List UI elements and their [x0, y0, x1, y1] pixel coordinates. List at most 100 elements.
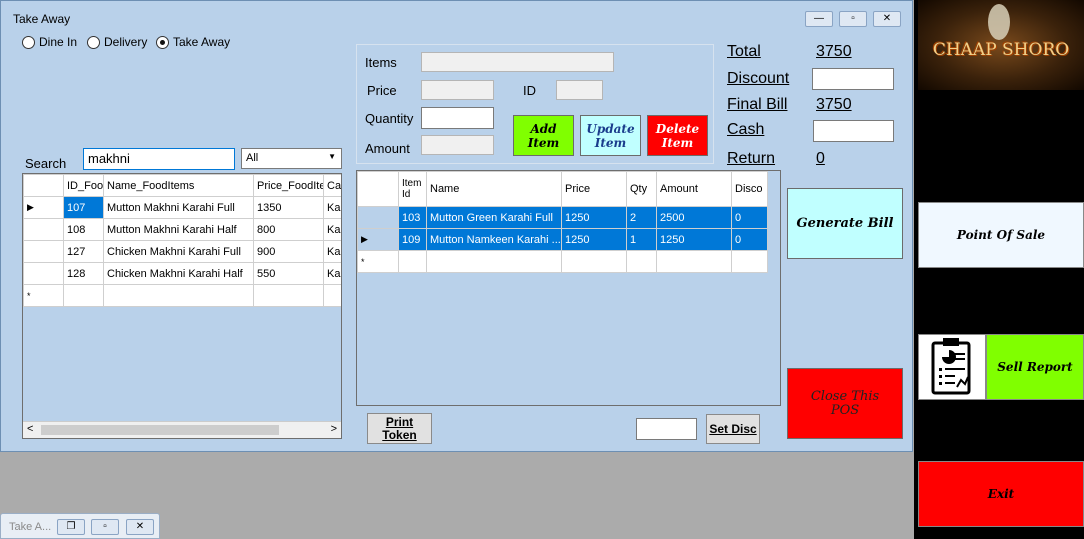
- scroll-left-icon[interactable]: <: [27, 423, 33, 435]
- delete-item-button[interactable]: Delete Item: [647, 115, 708, 156]
- horizontal-scrollbar[interactable]: < >: [23, 421, 341, 438]
- current-row-arrow-icon: ▶: [23, 196, 64, 219]
- food-items-table: ID_Foo Name_FoodItems Price_FoodIte Ca ▶…: [23, 174, 341, 307]
- total-label: Total: [727, 43, 761, 60]
- new-row[interactable]: *: [23, 284, 341, 307]
- update-item-button[interactable]: Update Item: [580, 115, 641, 156]
- table-cell[interactable]: 550: [253, 262, 324, 285]
- print-token-button[interactable]: Print Token: [367, 413, 432, 444]
- table-cell[interactable]: 1250: [656, 228, 732, 251]
- table-cell[interactable]: Kar: [323, 240, 341, 263]
- table-row[interactable]: 128 Chicken Makhni Karahi Half 550 Kar: [23, 262, 341, 285]
- discount-field[interactable]: [812, 68, 894, 90]
- final-bill-value: 3750: [816, 96, 852, 113]
- table-row[interactable]: 127 Chicken Makhni Karahi Full 900 Kar: [23, 240, 341, 263]
- new-row-star-icon: *: [23, 284, 64, 307]
- food-items-grid[interactable]: ID_Foo Name_FoodItems Price_FoodIte Ca ▶…: [22, 173, 342, 439]
- table-row[interactable]: 103 Mutton Green Karahi Full 1250 2 2500…: [357, 206, 768, 229]
- table-cell[interactable]: 2500: [656, 206, 732, 229]
- table-cell[interactable]: Kar: [323, 262, 341, 285]
- column-header[interactable]: Ca: [323, 174, 341, 197]
- table-cell[interactable]: Chicken Makhni Karahi Half: [103, 262, 254, 285]
- maximize-button[interactable]: ▫: [91, 519, 119, 535]
- table-cell[interactable]: 900: [253, 240, 324, 263]
- maximize-icon: ▫: [103, 521, 107, 532]
- column-header[interactable]: Item Id: [398, 171, 427, 207]
- radio-dine-in[interactable]: Dine In: [22, 35, 77, 49]
- window-title: Take Away: [13, 12, 71, 26]
- restore-button[interactable]: ❐: [57, 519, 85, 535]
- table-cell[interactable]: 2: [626, 206, 657, 229]
- sell-report-button[interactable]: Sell Report: [986, 334, 1084, 400]
- table-cell[interactable]: Kar: [323, 218, 341, 241]
- scrollbar-thumb[interactable]: [41, 425, 279, 435]
- cash-field[interactable]: [813, 120, 894, 142]
- table-cell[interactable]: 127: [63, 240, 104, 263]
- close-pos-button[interactable]: Close This POS: [787, 368, 903, 439]
- table-cell[interactable]: 1250: [561, 228, 627, 251]
- radio-label: Take Away: [173, 35, 231, 49]
- table-cell[interactable]: Mutton Green Karahi Full: [426, 206, 562, 229]
- close-icon: ✕: [882, 13, 892, 24]
- table-cell[interactable]: 800: [253, 218, 324, 241]
- radio-take-away[interactable]: Take Away: [156, 35, 230, 49]
- table-cell[interactable]: 1250: [561, 206, 627, 229]
- radio-delivery[interactable]: Delivery: [87, 35, 147, 49]
- column-header[interactable]: Name: [426, 171, 562, 207]
- set-disc-button[interactable]: Set Disc: [706, 414, 760, 444]
- quantity-field[interactable]: [421, 107, 494, 129]
- table-cell[interactable]: 1350: [253, 196, 324, 219]
- table-cell[interactable]: Mutton Makhni Karahi Full: [103, 196, 254, 219]
- close-window-button[interactable]: ✕: [873, 11, 901, 27]
- table-cell[interactable]: Mutton Makhni Karahi Half: [103, 218, 254, 241]
- table-cell[interactable]: 109: [398, 228, 427, 251]
- row-header-corner: [23, 174, 64, 197]
- table-cell[interactable]: Kar: [323, 196, 341, 219]
- amount-field[interactable]: [421, 135, 494, 155]
- column-header[interactable]: Amount: [656, 171, 732, 207]
- current-row-arrow-icon: ▶: [357, 228, 399, 251]
- column-header[interactable]: ID_Foo: [63, 174, 104, 197]
- table-cell[interactable]: 1: [626, 228, 657, 251]
- table-row[interactable]: ▶ 107 Mutton Makhni Karahi Full 1350 Kar: [23, 196, 341, 219]
- table-cell[interactable]: 0: [731, 206, 768, 229]
- column-header[interactable]: Name_FoodItems: [103, 174, 254, 197]
- column-header[interactable]: Price: [561, 171, 627, 207]
- new-row[interactable]: *: [357, 250, 768, 273]
- return-label: Return: [727, 150, 776, 167]
- items-field[interactable]: [421, 52, 614, 72]
- minimize-button[interactable]: —: [805, 11, 833, 27]
- column-header[interactable]: Disco: [731, 171, 768, 207]
- table-row[interactable]: ▶ 109 Mutton Namkeen Karahi ... 1250 1 1…: [357, 228, 768, 251]
- radio-label: Dine In: [39, 35, 78, 49]
- table-cell[interactable]: 128: [63, 262, 104, 285]
- add-item-button[interactable]: Add Item: [513, 115, 574, 156]
- close-icon: ✕: [135, 521, 145, 532]
- category-filter-select[interactable]: All ▼: [241, 148, 342, 169]
- table-row[interactable]: 108 Mutton Makhni Karahi Half 800 Kar: [23, 218, 341, 241]
- price-field[interactable]: [421, 80, 494, 100]
- generate-bill-button[interactable]: Generate Bill: [787, 188, 903, 259]
- column-header[interactable]: Price_FoodIte: [253, 174, 324, 197]
- table-cell[interactable]: Mutton Namkeen Karahi ...: [426, 228, 562, 251]
- table-cell[interactable]: 103: [398, 206, 427, 229]
- minimized-window[interactable]: Take A... ❐ ▫ ✕: [0, 513, 160, 539]
- exit-button[interactable]: Exit: [918, 461, 1084, 527]
- restore-icon: ❐: [66, 521, 76, 532]
- row-header: [23, 218, 64, 241]
- restore-icon: ▫: [851, 13, 855, 24]
- close-button[interactable]: ✕: [126, 519, 154, 535]
- id-field[interactable]: [556, 80, 603, 100]
- point-of-sale-button[interactable]: Point Of Sale: [918, 202, 1084, 268]
- maximize-button[interactable]: ▫: [839, 11, 867, 27]
- table-cell[interactable]: 0: [731, 228, 768, 251]
- search-input[interactable]: makhni: [83, 148, 235, 170]
- table-cell[interactable]: 107: [63, 196, 104, 219]
- table-cell[interactable]: Chicken Makhni Karahi Full: [103, 240, 254, 263]
- scroll-right-icon[interactable]: >: [331, 423, 337, 435]
- table-cell[interactable]: 108: [63, 218, 104, 241]
- column-header[interactable]: Qty: [626, 171, 657, 207]
- order-items-grid[interactable]: Item Id Name Price Qty Amount Disco 103 …: [356, 170, 781, 406]
- report-icon: [918, 334, 986, 400]
- set-disc-field[interactable]: [636, 418, 697, 440]
